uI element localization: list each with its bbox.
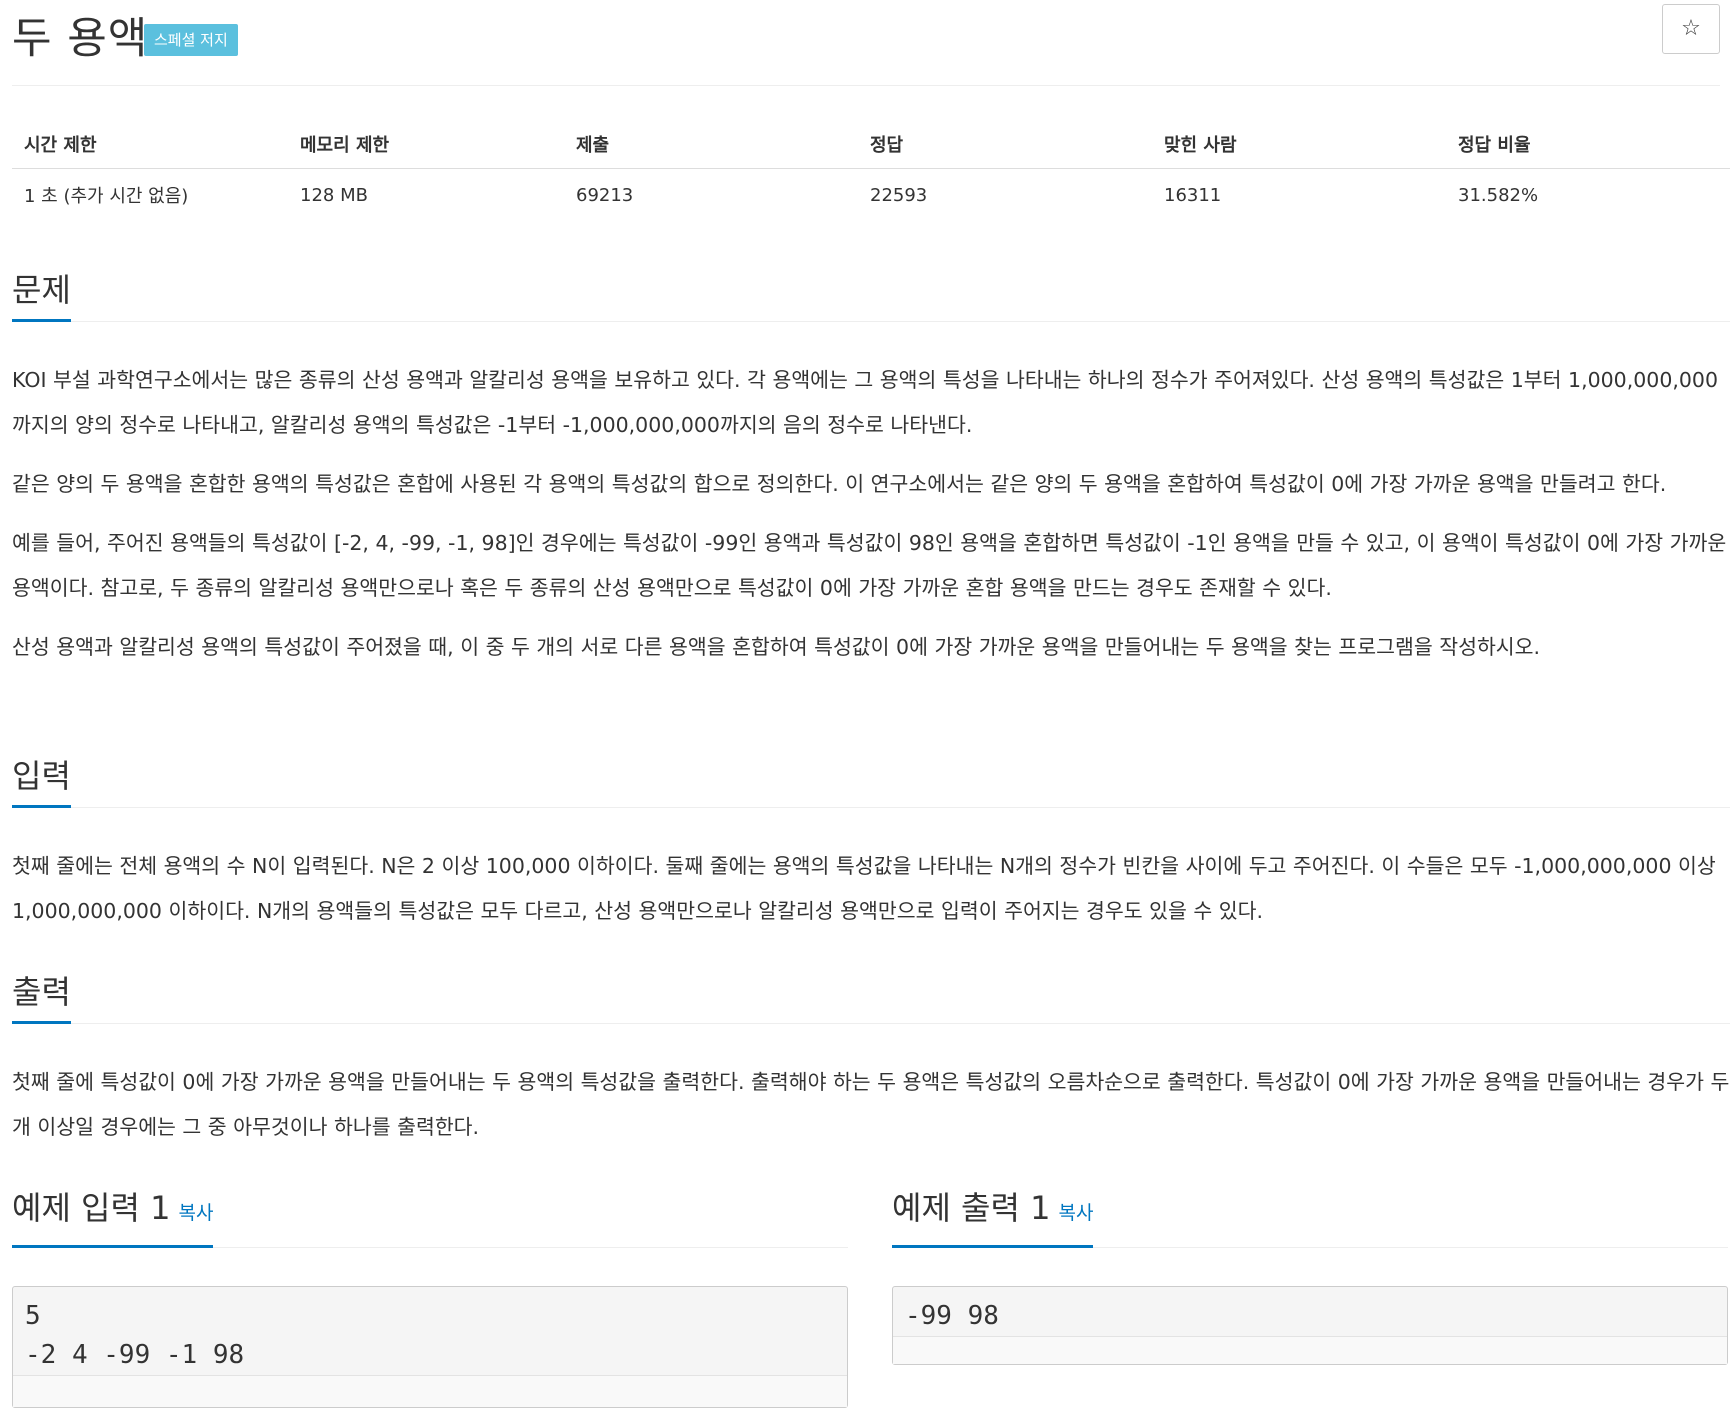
- problem-description-body: KOI 부설 과학연구소에서는 많은 종류의 산성 용액과 알칼리성 용액을 보…: [12, 358, 1730, 670]
- info-value-row: 1 초 (추가 시간 없음) 128 MB 69213 22593 16311 …: [12, 168, 1730, 222]
- sample-output-content: -99 98: [905, 1301, 999, 1331]
- sample-output-panel: 예제 출력 1 복사 -99 98: [892, 1188, 1728, 1365]
- accept-ratio-header: 정답 비율: [1446, 120, 1730, 169]
- output-body: 첫째 줄에 특성값이 0에 가장 가까운 용액을 만들어내는 두 용액의 특성값…: [12, 1060, 1730, 1150]
- sample-input-content: 5 -2 4 -99 -1 98: [25, 1301, 245, 1370]
- output-paragraph: 첫째 줄에 특성값이 0에 가장 가까운 용액을 만들어내는 두 용액의 특성값…: [12, 1070, 1730, 1139]
- problem-description-heading: 문제: [12, 270, 71, 322]
- input-body: 첫째 줄에는 전체 용액의 수 N이 입력된다. N은 2 이상 100,000…: [12, 844, 1730, 934]
- problem-paragraph: KOI 부설 과학연구소에서는 많은 종류의 산성 용액과 알칼리성 용액을 보…: [12, 368, 1719, 437]
- problem-title: 두 용액: [12, 14, 149, 64]
- copy-sample-input-link[interactable]: 복사: [178, 1202, 213, 1224]
- input-paragraph: 첫째 줄에는 전체 용액의 수 N이 입력된다. N은 2 이상 100,000…: [12, 854, 1716, 923]
- sample-output-heading: 예제 출력 1: [892, 1189, 1051, 1227]
- special-judge-badge[interactable]: 스페셜 저지: [144, 24, 238, 56]
- solved-users-header: 맞힌 사람: [1152, 120, 1446, 169]
- input-section: 입력 첫째 줄에는 전체 용액의 수 N이 입력된다. N은 2 이상 100,…: [12, 756, 1730, 934]
- problem-paragraph: 산성 용액과 알칼리성 용액의 특성값이 주어졌을 때, 이 중 두 개의 서로…: [12, 635, 1541, 659]
- time-limit-value: 1 초 (추가 시간 없음): [24, 186, 189, 208]
- sample-input-heading: 예제 입력 1: [12, 1189, 171, 1227]
- problem-description-section: 문제 KOI 부설 과학연구소에서는 많은 종류의 산성 용액과 알칼리성 용액…: [12, 270, 1730, 670]
- output-heading: 출력: [12, 972, 71, 1024]
- accept-ratio-value: 31.582%: [1458, 184, 1539, 206]
- problem-info-table: 시간 제한 메모리 제한 제출 정답 맞힌 사람 정답 비율 1 초 (추가 시…: [12, 120, 1730, 222]
- problem-page: 두 용액 스페셜 저지 ☆ 시간 제한 메모리 제한 제출 정답 맞힌 사람 정…: [0, 0, 1732, 1422]
- sample-input-box[interactable]: 5 -2 4 -99 -1 98: [12, 1286, 848, 1408]
- star-button[interactable]: ☆: [1662, 4, 1720, 54]
- sample-output-box[interactable]: -99 98: [892, 1286, 1728, 1365]
- star-icon: ☆: [1681, 16, 1701, 41]
- input-heading: 입력: [12, 756, 71, 808]
- problem-paragraph: 같은 양의 두 용액을 혼합한 용액의 특성값은 혼합에 사용된 각 용액의 특…: [12, 472, 1667, 496]
- accepted-value[interactable]: 22593: [858, 168, 1152, 222]
- info-header-row: 시간 제한 메모리 제한 제출 정답 맞힌 사람 정답 비율: [12, 120, 1730, 169]
- memory-limit-value: 128 MB: [300, 184, 368, 206]
- memory-limit-header: 메모리 제한: [288, 120, 564, 169]
- problem-header: 두 용액 스페셜 저지 ☆: [12, 0, 1720, 86]
- time-limit-header: 시간 제한: [12, 120, 288, 169]
- sample-input-panel: 예제 입력 1 복사 5 -2 4 -99 -1 98: [12, 1188, 848, 1408]
- solved-users-value[interactable]: 16311: [1152, 168, 1446, 222]
- copy-sample-output-link[interactable]: 복사: [1058, 1202, 1093, 1224]
- submissions-header: 제출: [564, 120, 858, 169]
- accepted-header: 정답: [858, 120, 1152, 169]
- output-section: 출력 첫째 줄에 특성값이 0에 가장 가까운 용액을 만들어내는 두 용액의 …: [12, 972, 1730, 1150]
- submissions-value[interactable]: 69213: [564, 168, 858, 222]
- problem-paragraph: 예를 들어, 주어진 용액들의 특성값이 [-2, 4, -99, -1, 98…: [12, 531, 1727, 600]
